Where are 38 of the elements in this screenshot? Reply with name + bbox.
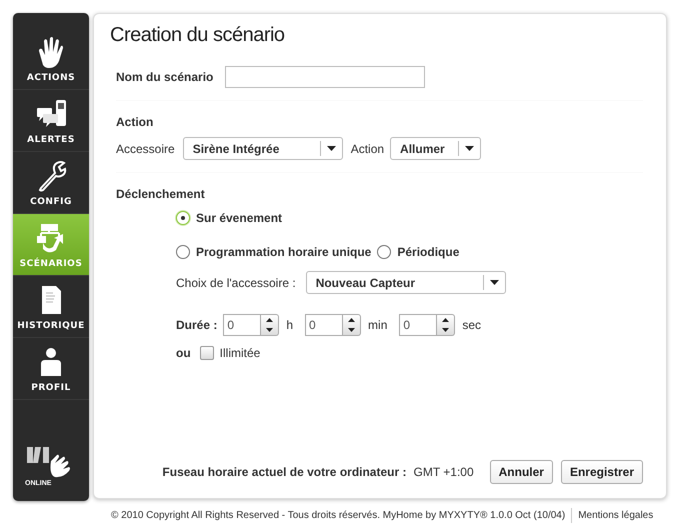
sidebar-item[interactable]: PROFIL — [13, 338, 89, 400]
save-button[interactable]: Enregistrer — [560, 460, 643, 484]
field-label: Accessoire — [116, 140, 175, 158]
section-heading: Déclenchement — [116, 186, 206, 203]
field-label: Choix de l'accessoire : — [176, 274, 296, 292]
checkbox[interactable] — [200, 346, 214, 360]
timezone-value: GMT +1:00 — [413, 464, 474, 481]
radio-button[interactable] — [176, 211, 190, 225]
sidebar-item[interactable]: HISTORIQUE — [13, 276, 89, 338]
radio-label: Programmation horaire unique — [196, 244, 372, 261]
sidebar-item[interactable]: ALERTES — [13, 90, 89, 152]
or-label: ou — [176, 345, 191, 362]
unit-label: min — [368, 317, 388, 334]
caret-icon — [465, 146, 474, 151]
accessory-select[interactable]: Nouveau Capteur — [306, 271, 506, 294]
radio-dot-icon — [181, 216, 185, 220]
field-label: Nom du scénario — [116, 69, 214, 86]
legal-link[interactable]: Mentions légales — [571, 508, 654, 523]
radio-button[interactable] — [377, 245, 392, 259]
section-heading: Action — [116, 114, 154, 131]
sidebar-item[interactable]: ACTIONS — [13, 28, 89, 90]
cancel-button[interactable]: Annuler — [490, 460, 553, 484]
caret-icon — [490, 280, 499, 285]
field-label: Durée : — [176, 317, 218, 334]
copyright-text: © 2010 Copyright All Rights Reserved - Tous droits réservés. MyHome by MYXYTY® 1.0.0 Oct (10/04) — [111, 509, 566, 523]
page-title: Creation du scénario — [110, 23, 286, 48]
unit-label: sec — [462, 317, 482, 334]
radio-label: Périodique — [397, 244, 460, 261]
field-label: Action — [350, 140, 384, 158]
unit-label: h — [286, 317, 294, 334]
radio-label: Sur évenement — [196, 210, 282, 227]
accessory-select[interactable]: Sirène Intégrée — [182, 137, 343, 160]
action-select[interactable]: Allumer — [390, 137, 482, 160]
checkbox-label: Illimitée — [220, 345, 260, 362]
radio-button[interactable] — [176, 245, 190, 259]
name-field[interactable] — [225, 66, 426, 88]
timezone-label: Fuseau horaire actuel de votre ordinateur : — [162, 464, 406, 481]
caret-icon — [326, 146, 336, 151]
